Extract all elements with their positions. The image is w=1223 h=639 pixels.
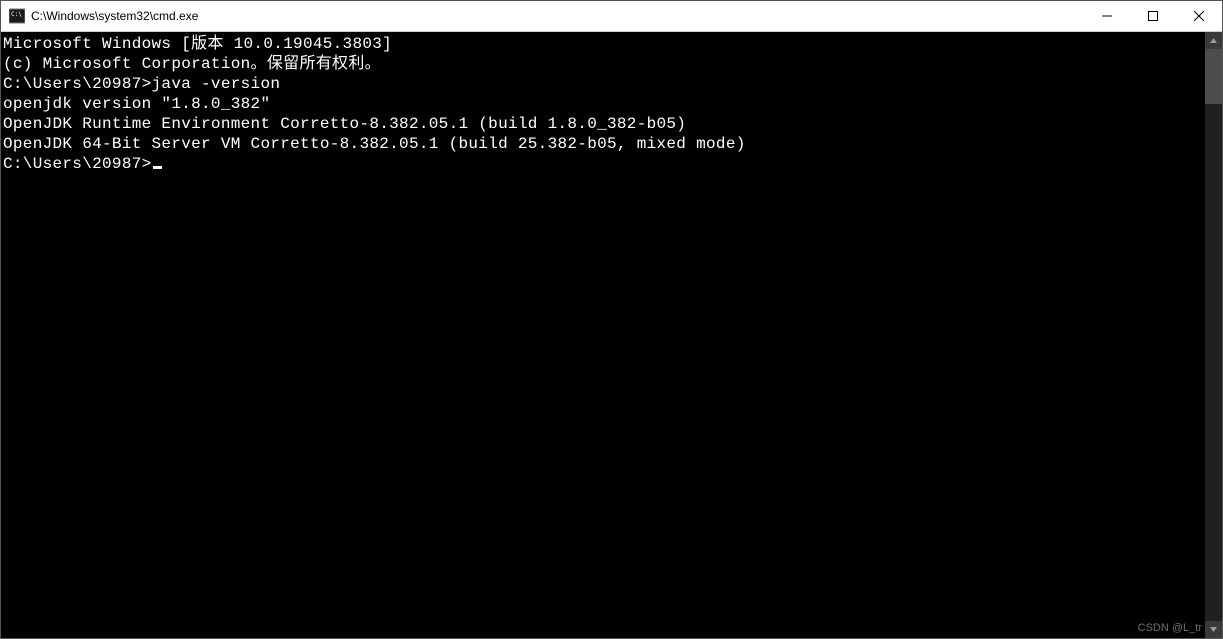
terminal-output[interactable]: Microsoft Windows [版本 10.0.19045.3803](c… xyxy=(1,32,1205,638)
cmd-app-icon: C:\ xyxy=(9,8,25,24)
terminal-cursor xyxy=(153,166,162,169)
terminal-line: C:\Users\20987>java -version xyxy=(3,74,1205,94)
terminal-line: C:\Users\20987> xyxy=(3,154,1205,174)
svg-text:C:\: C:\ xyxy=(11,11,22,18)
window-controls xyxy=(1084,1,1222,31)
vertical-scrollbar[interactable] xyxy=(1205,32,1222,638)
terminal-line: OpenJDK Runtime Environment Corretto-8.3… xyxy=(3,114,1205,134)
window-frame: C:\ C:\Windows\system32\cmd.exe Microsof… xyxy=(0,0,1223,639)
scroll-down-arrow-icon[interactable] xyxy=(1205,621,1222,638)
maximize-button[interactable] xyxy=(1130,1,1176,31)
scroll-track[interactable] xyxy=(1205,49,1222,621)
scroll-up-arrow-icon[interactable] xyxy=(1205,32,1222,49)
titlebar[interactable]: C:\ C:\Windows\system32\cmd.exe xyxy=(1,1,1222,32)
close-button[interactable] xyxy=(1176,1,1222,31)
terminal-line: Microsoft Windows [版本 10.0.19045.3803] xyxy=(3,34,1205,54)
terminal-line: (c) Microsoft Corporation。保留所有权利。 xyxy=(3,54,1205,74)
scroll-thumb[interactable] xyxy=(1205,49,1222,104)
window-title: C:\Windows\system32\cmd.exe xyxy=(31,9,198,23)
minimize-button[interactable] xyxy=(1084,1,1130,31)
terminal-line: OpenJDK 64-Bit Server VM Corretto-8.382.… xyxy=(3,134,1205,154)
terminal-line: openjdk version "1.8.0_382" xyxy=(3,94,1205,114)
client-area: Microsoft Windows [版本 10.0.19045.3803](c… xyxy=(1,32,1222,638)
